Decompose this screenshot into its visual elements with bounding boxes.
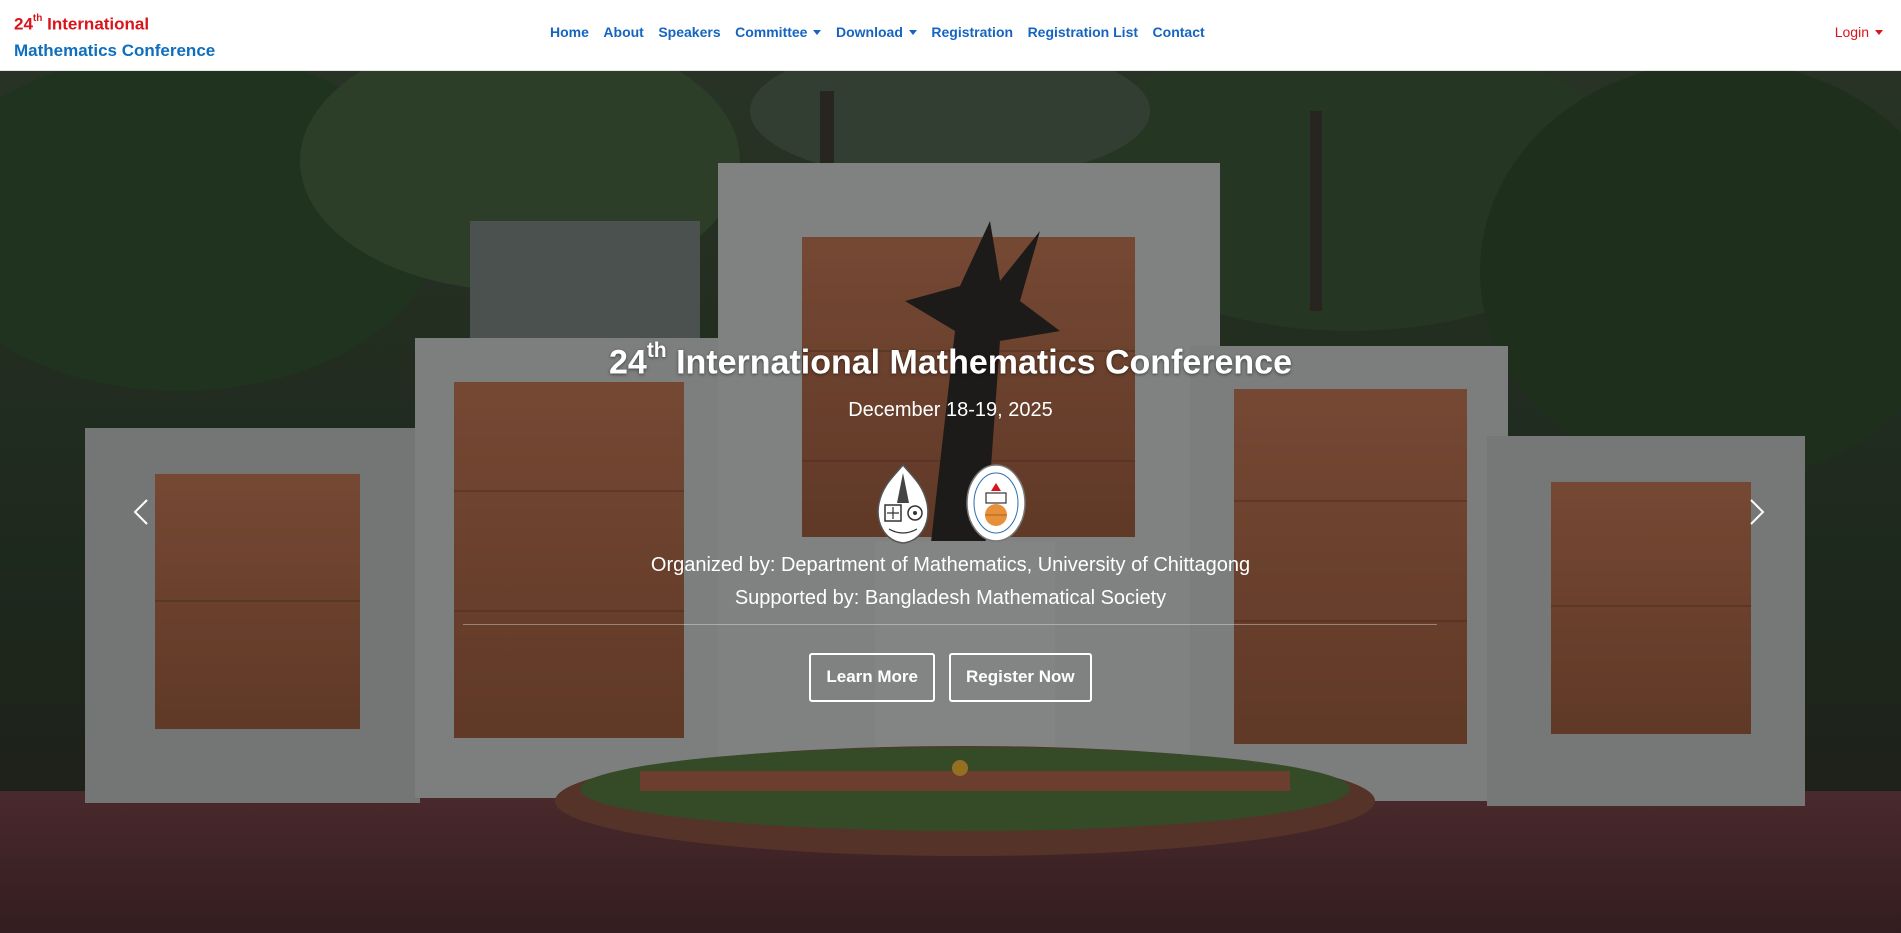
nav-committee-dropdown[interactable]: Committee — [735, 24, 822, 40]
bangladesh-mathematical-society-logo — [965, 464, 1026, 542]
chevron-left-icon — [133, 499, 148, 525]
login-dropdown[interactable]: Login — [1835, 24, 1883, 40]
nav-contact[interactable]: Contact — [1153, 24, 1205, 40]
conference-date: December 18-19, 2025 — [848, 399, 1053, 421]
learn-more-button[interactable]: Learn More — [809, 653, 935, 702]
nav-speakers[interactable]: Speakers — [658, 24, 720, 40]
organizer-logos — [0, 463, 1901, 545]
hero-carousel: 24th International Mathematics Conferenc… — [0, 71, 1901, 933]
caret-down-icon — [813, 29, 822, 35]
brand-line-1: 24th International — [14, 13, 150, 34]
hero-title: 24th International Mathematics Conferenc… — [608, 339, 1293, 382]
caret-down-icon — [1875, 29, 1883, 35]
nav-home[interactable]: Home — [550, 24, 589, 40]
carousel-next-button[interactable] — [1742, 482, 1772, 542]
organized-by-text: Organized by: Department of Mathematics,… — [650, 554, 1251, 576]
chevron-right-icon — [1750, 499, 1765, 525]
nav-download-dropdown[interactable]: Download — [836, 24, 917, 40]
divider — [463, 624, 1437, 625]
caret-down-icon — [908, 29, 917, 35]
brand-line-2: Mathematics Conference — [14, 40, 216, 60]
supported-by-text: Supported by: Bangladesh Mathematical So… — [734, 587, 1167, 609]
university-of-chittagong-logo — [876, 463, 929, 544]
hero-buttons: Learn More Register Now — [0, 653, 1901, 702]
brand-logo-text[interactable]: 24th International Mathematics Conferenc… — [14, 8, 215, 64]
carousel-prev-button[interactable] — [126, 482, 156, 542]
nav-about[interactable]: About — [603, 24, 643, 40]
nav-registration-list[interactable]: Registration List — [1028, 24, 1138, 40]
navbar: 24th International Mathematics Conferenc… — [0, 0, 1901, 71]
register-now-button[interactable]: Register Now — [949, 653, 1092, 702]
main-nav: Home About Speakers Committee Download R… — [550, 24, 1219, 40]
nav-registration[interactable]: Registration — [931, 24, 1013, 40]
